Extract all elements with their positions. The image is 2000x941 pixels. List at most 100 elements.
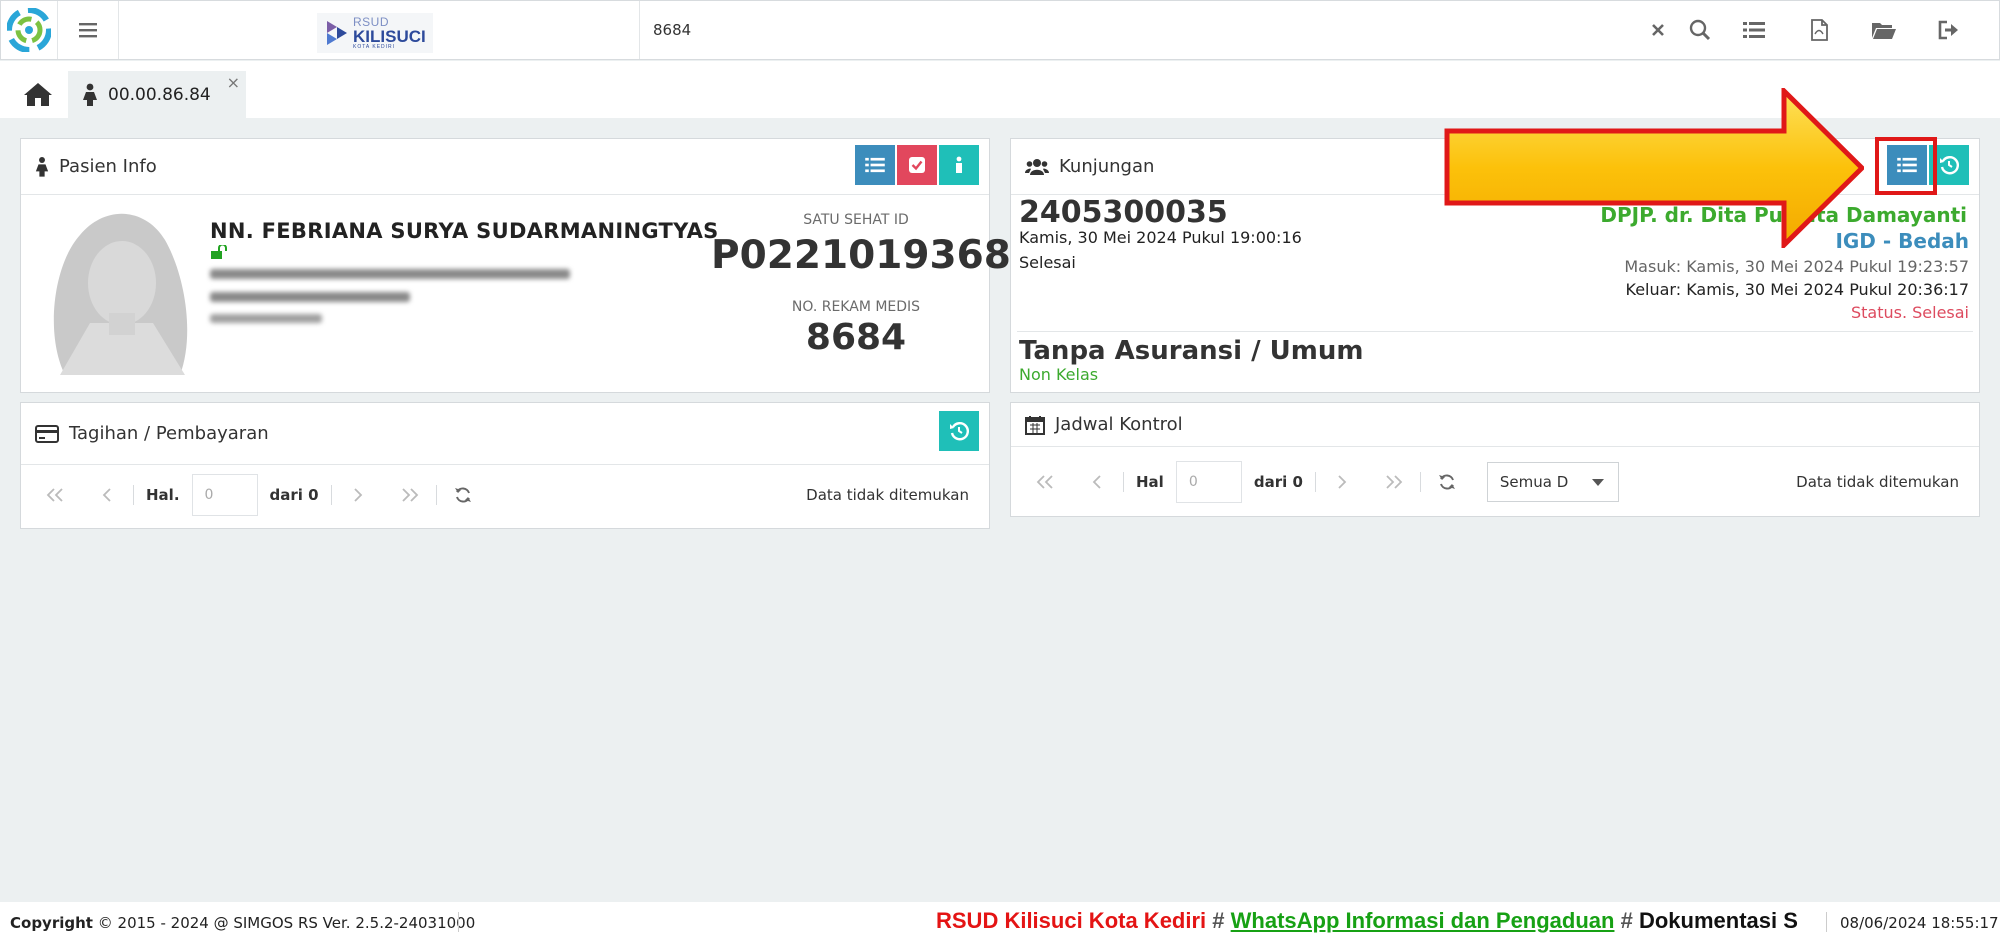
next-page-button[interactable] bbox=[332, 488, 384, 502]
medical-record-number: 8684 bbox=[805, 317, 907, 358]
prev-page-button[interactable] bbox=[81, 488, 133, 502]
ticker-separator: # bbox=[1212, 908, 1225, 933]
refresh-button[interactable] bbox=[1421, 473, 1473, 491]
visit-state: Selesai bbox=[1019, 253, 1076, 272]
page-total: dari 0 bbox=[269, 486, 319, 504]
next-page-button[interactable] bbox=[1316, 475, 1368, 489]
search-button[interactable] bbox=[1679, 1, 1721, 59]
ticker-documentation: Dokumentasi S bbox=[1638, 908, 1798, 933]
ticker-whatsapp-link[interactable]: WhatsApp Informasi dan Pengaduan bbox=[1231, 908, 1615, 933]
empty-message: Data tidak ditemukan bbox=[1796, 473, 1959, 491]
ticker-hospital: RSUD Kilisuci Kota Kediri bbox=[936, 908, 1207, 933]
patient-name: NN. FEBRIANA SURYA SUDARMANINGTYAS bbox=[210, 219, 719, 243]
search-icon bbox=[1689, 19, 1711, 41]
history-icon bbox=[950, 422, 969, 441]
folder-open-icon bbox=[1871, 23, 1896, 39]
panel-title: Kunjungan bbox=[1059, 156, 1155, 177]
first-page-button[interactable] bbox=[1019, 475, 1071, 489]
panel-header: Tagihan / Pembayaran bbox=[21, 403, 989, 465]
visit-date: Kamis, 30 Mei 2024 Pukul 19:00:16 bbox=[1019, 228, 1302, 247]
billing-panel: Tagihan / Pembayaran Hal. 0 dari 0 Data … bbox=[20, 402, 990, 529]
annotation-highlight-box bbox=[1875, 137, 1937, 195]
search-input[interactable] bbox=[653, 15, 1253, 45]
tab-home[interactable] bbox=[16, 75, 60, 113]
pdf-icon bbox=[1810, 19, 1828, 41]
menu-icon bbox=[79, 23, 97, 38]
status-badge: Status. Selesai bbox=[1850, 303, 1969, 322]
ticker-separator: # bbox=[1620, 908, 1633, 933]
footer-datetime: 08/06/2024 18:55:17 bbox=[1840, 914, 1999, 932]
calendar-icon bbox=[1025, 415, 1045, 435]
brand-name: KILISUCI bbox=[353, 27, 426, 46]
panel-title: Pasien Info bbox=[59, 156, 157, 177]
menu-toggle-button[interactable] bbox=[57, 1, 119, 59]
users-icon bbox=[1025, 158, 1049, 175]
last-page-button[interactable] bbox=[384, 488, 436, 502]
tab-patient-label: 00.00.86.84 bbox=[108, 84, 211, 105]
filter-select[interactable]: Semua D bbox=[1486, 462, 1619, 502]
logout-icon bbox=[1938, 20, 1958, 40]
tab-close-icon[interactable]: × bbox=[227, 73, 240, 92]
divider bbox=[639, 1, 640, 59]
divider bbox=[133, 485, 134, 505]
top-bar: RSUD KILISUCI KOTA KEDIRI bbox=[0, 0, 2000, 60]
refresh-button[interactable] bbox=[437, 486, 489, 504]
page-label: Hal bbox=[1136, 473, 1164, 491]
patient-icon bbox=[83, 83, 97, 106]
visit-number: 2405300035 bbox=[1019, 195, 1228, 230]
medical-record-label: NO. REKAM MEDIS bbox=[791, 299, 921, 315]
page-total: dari 0 bbox=[1253, 473, 1303, 491]
divider bbox=[458, 912, 459, 932]
divider bbox=[1826, 912, 1827, 932]
page-label: Hal. bbox=[146, 486, 180, 504]
tab-patient[interactable]: 00.00.86.84 × bbox=[68, 71, 246, 118]
billing-pager: Hal. 0 dari 0 Data tidak ditemukan bbox=[29, 473, 981, 517]
info-icon bbox=[956, 156, 962, 173]
satu-sehat-id: P02210193681 bbox=[711, 233, 1039, 278]
divider bbox=[1123, 472, 1124, 492]
last-page-button[interactable] bbox=[1368, 475, 1420, 489]
clear-search-button[interactable] bbox=[1637, 1, 1679, 59]
schedule-panel: Jadwal Kontrol Hal 0 dari 0 Semua D Data… bbox=[1010, 402, 1980, 517]
panel-title: Jadwal Kontrol bbox=[1055, 414, 1183, 435]
history-icon bbox=[1940, 156, 1959, 175]
patient-info-button[interactable] bbox=[939, 145, 979, 185]
admission-time: Masuk: Kamis, 30 Mei 2024 Pukul 19:23:57 bbox=[1624, 257, 1969, 276]
billing-history-button[interactable] bbox=[939, 411, 979, 451]
list-button[interactable] bbox=[1721, 1, 1786, 59]
first-page-button[interactable] bbox=[29, 488, 81, 502]
empty-message: Data tidak ditemukan bbox=[806, 486, 969, 504]
prev-page-button[interactable] bbox=[1071, 475, 1123, 489]
copyright-text: 2015 - 2024 @ SIMGOS RS Ver. 2.5.2-24031… bbox=[117, 914, 476, 932]
divider bbox=[1017, 331, 1973, 332]
copyright-label: Copyright bbox=[10, 914, 93, 932]
satu-sehat-label: SATU SEHAT ID bbox=[803, 212, 909, 228]
page-input[interactable]: 0 bbox=[191, 474, 258, 516]
insurance-type: Tanpa Asuransi / Umum bbox=[1019, 336, 1364, 366]
patient-icon bbox=[35, 156, 49, 177]
redacted-details bbox=[210, 265, 580, 325]
open-folder-button[interactable] bbox=[1851, 1, 1916, 59]
panel-header: Jadwal Kontrol bbox=[1011, 403, 1979, 447]
page-input[interactable]: 0 bbox=[1175, 461, 1242, 503]
pdf-button[interactable] bbox=[1786, 1, 1851, 59]
refresh-icon bbox=[1438, 474, 1455, 490]
annotation-arrow-icon bbox=[1444, 88, 1864, 248]
chevron-down-icon bbox=[1591, 479, 1604, 486]
hospital-logo: RSUD KILISUCI KOTA KEDIRI bbox=[317, 13, 433, 53]
avatar bbox=[35, 205, 205, 375]
patient-info-panel: Pasien Info NN. FEBRIANA SURYA SUDARMANI… bbox=[20, 138, 1038, 393]
news-ticker: RSUD Kilisuci Kota Kediri # WhatsApp Inf… bbox=[936, 908, 1816, 936]
schedule-pager: Hal 0 dari 0 Semua D Data tidak ditemuka… bbox=[1019, 460, 1971, 504]
app-logo-icon[interactable] bbox=[1, 1, 57, 59]
patient-list-button[interactable] bbox=[855, 145, 895, 185]
patient-check-button[interactable] bbox=[897, 145, 937, 185]
refresh-icon bbox=[454, 487, 471, 503]
panel-title: Tagihan / Pembayaran bbox=[69, 423, 269, 444]
home-icon bbox=[24, 83, 52, 106]
unlock-icon[interactable] bbox=[211, 245, 231, 259]
footer: Copyright © 2015 - 2024 @ SIMGOS RS Ver.… bbox=[0, 902, 2000, 941]
copyright-icon: © bbox=[97, 914, 118, 932]
logout-button[interactable] bbox=[1916, 1, 1981, 59]
clear-icon bbox=[1652, 24, 1664, 36]
